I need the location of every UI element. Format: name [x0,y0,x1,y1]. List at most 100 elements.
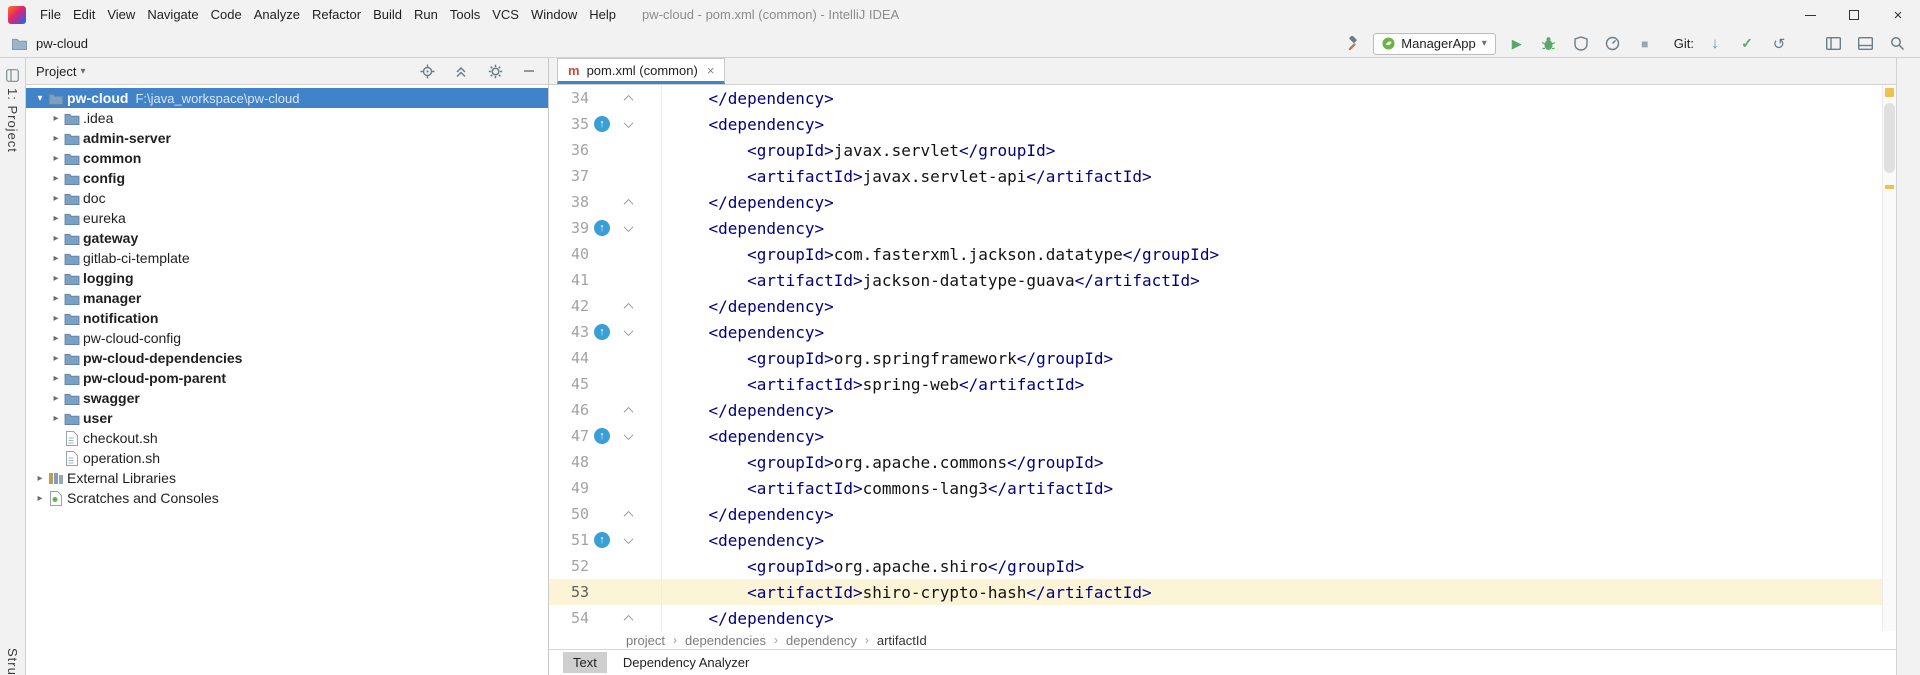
menu-file[interactable]: File [34,0,67,30]
tree-item-pw-cloud-pom-parent[interactable]: ▸pw-cloud-pom-parent [26,368,548,388]
coverage-icon[interactable] [1570,33,1592,55]
tree-chevron-icon[interactable]: ▸ [48,353,64,364]
maven-dependency-gutter-icon[interactable]: ↑ [589,428,615,444]
fold-marker-icon[interactable] [615,329,641,336]
maven-dependency-gutter-icon[interactable]: ↑ [589,324,615,340]
search-icon[interactable] [1886,33,1908,55]
menu-tools[interactable]: Tools [444,0,486,30]
tool-button-project[interactable]: 1: Project [0,68,25,153]
menu-navigate[interactable]: Navigate [141,0,204,30]
scrollbar-thumb[interactable] [1884,103,1895,173]
vcs-commit-icon[interactable]: ✓ [1736,33,1758,55]
tree-item-manager[interactable]: ▸manager [26,288,548,308]
editor[interactable]: 34 </dependency>35↑ <dependency>36 <grou… [549,85,1896,631]
tree-chevron-icon[interactable]: ▸ [48,273,64,284]
code-line-48[interactable]: 48 <groupId>org.apache.commons</groupId> [549,449,1896,475]
bottom-tab-dependency-analyzer[interactable]: Dependency Analyzer [613,652,759,673]
code-line-39[interactable]: 39↑ <dependency> [549,215,1896,241]
tree-item-gateway[interactable]: ▸gateway [26,228,548,248]
tree-chevron-icon[interactable]: ▸ [48,333,64,344]
tree-chevron-icon[interactable]: ▸ [48,373,64,384]
code-line-36[interactable]: 36 <groupId>javax.servlet</groupId> [549,137,1896,163]
fold-marker-icon[interactable] [615,537,641,544]
minimize-button[interactable] [1788,0,1832,30]
code-line-50[interactable]: 50 </dependency> [549,501,1896,527]
warning-stripe-mark[interactable] [1885,185,1894,189]
tree-chevron-icon[interactable]: ▸ [48,153,64,164]
run-config-combo[interactable]: ManagerApp ▾ [1373,33,1495,55]
menu-code[interactable]: Code [205,0,248,30]
code-line-51[interactable]: 51↑ <dependency> [549,527,1896,553]
code-line-35[interactable]: 35↑ <dependency> [549,111,1896,137]
code-line-41[interactable]: 41 <artifactId>jackson-datatype-guava</a… [549,267,1896,293]
tree-chevron-icon[interactable]: ▸ [48,173,64,184]
project-view-selector[interactable]: Project ▾ [36,64,86,79]
code-line-40[interactable]: 40 <groupId>com.fasterxml.jackson.dataty… [549,241,1896,267]
breadcrumb-root[interactable]: pw-cloud [36,36,88,51]
tree-item-idea[interactable]: ▸.idea [26,108,548,128]
editor-tab-pom-xml[interactable]: m pom.xml (common) × [557,58,725,84]
breadcrumb-dependencies[interactable]: dependencies [685,633,766,648]
hide-panel-icon[interactable] [520,62,538,80]
tree-item-external-libraries[interactable]: ▸External Libraries [26,468,548,488]
breadcrumb-artifactid[interactable]: artifactId [877,633,927,648]
stop-icon[interactable]: ■ [1634,33,1656,55]
code-line-54[interactable]: 54 </dependency> [549,605,1896,631]
tree-item-notification[interactable]: ▸notification [26,308,548,328]
vcs-rollback-icon[interactable]: ↺ [1768,33,1790,55]
code-line-49[interactable]: 49 <artifactId>commons-lang3</artifactId… [549,475,1896,501]
tree-chevron-icon[interactable]: ▸ [48,313,64,324]
code-line-44[interactable]: 44 <groupId>org.springframework</groupId… [549,345,1896,371]
code-line-45[interactable]: 45 <artifactId>spring-web</artifactId> [549,371,1896,397]
tree-item-eureka[interactable]: ▸eureka [26,208,548,228]
layout-bottom-icon[interactable] [1854,33,1876,55]
fold-marker-icon[interactable] [615,121,641,128]
close-icon[interactable]: × [707,63,715,78]
fold-marker-icon[interactable] [615,433,641,440]
vcs-update-icon[interactable]: ↓ [1704,33,1726,55]
tree-chevron-icon[interactable]: ▸ [48,293,64,304]
menu-window[interactable]: Window [525,0,583,30]
tree-chevron-icon[interactable]: ▸ [48,233,64,244]
menu-view[interactable]: View [101,0,141,30]
build-hammer-icon[interactable] [1341,33,1363,55]
tree-chevron-icon[interactable]: ▸ [48,113,64,124]
code-line-37[interactable]: 37 <artifactId>javax.servlet-api</artifa… [549,163,1896,189]
menu-help[interactable]: Help [583,0,622,30]
tree-chevron-icon[interactable]: ▸ [48,193,64,204]
code-line-43[interactable]: 43↑ <dependency> [549,319,1896,345]
menu-build[interactable]: Build [367,0,408,30]
tree-item-pw-cloud[interactable]: ▾pw-cloudF:\java_workspace\pw-cloud [26,88,548,108]
tree-chevron-icon[interactable]: ▸ [48,133,64,144]
tree-item-admin-server[interactable]: ▸admin-server [26,128,548,148]
tree-item-config[interactable]: ▸config [26,168,548,188]
code-line-34[interactable]: 34 </dependency> [549,85,1896,111]
tree-item-scratches-and-consoles[interactable]: ▸Scratches and Consoles [26,488,548,508]
scrollbar-error-stripe[interactable] [1882,85,1896,631]
tree-chevron-icon[interactable]: ▸ [48,393,64,404]
fold-marker-icon[interactable] [615,95,641,102]
maven-dependency-gutter-icon[interactable]: ↑ [589,532,615,548]
tool-button-structure[interactable]: Structure [0,648,25,675]
tree-item-user[interactable]: ▸user [26,408,548,428]
run-icon[interactable]: ▶ [1506,33,1528,55]
tree-item-doc[interactable]: ▸doc [26,188,548,208]
tree-item-checkout-sh[interactable]: checkout.sh [26,428,548,448]
menu-refactor[interactable]: Refactor [306,0,367,30]
fold-marker-icon[interactable] [615,303,641,310]
menu-run[interactable]: Run [408,0,444,30]
tree-chevron-icon[interactable]: ▸ [32,493,48,504]
tree-item-pw-cloud-config[interactable]: ▸pw-cloud-config [26,328,548,348]
profiler-icon[interactable] [1602,33,1624,55]
code-line-53[interactable]: 53 <artifactId>shiro-crypto-hash</artifa… [549,579,1896,605]
bottom-tab-text[interactable]: Text [563,652,607,673]
breadcrumb-dependency[interactable]: dependency [786,633,857,648]
code-line-52[interactable]: 52 <groupId>org.apache.shiro</groupId> [549,553,1896,579]
menu-edit[interactable]: Edit [67,0,101,30]
tree-item-swagger[interactable]: ▸swagger [26,388,548,408]
breadcrumb-project[interactable]: project [626,633,665,648]
gear-icon[interactable] [486,62,504,80]
maven-dependency-gutter-icon[interactable]: ↑ [589,220,615,236]
tree-chevron-icon[interactable]: ▸ [48,413,64,424]
inspections-indicator[interactable] [1885,88,1894,97]
